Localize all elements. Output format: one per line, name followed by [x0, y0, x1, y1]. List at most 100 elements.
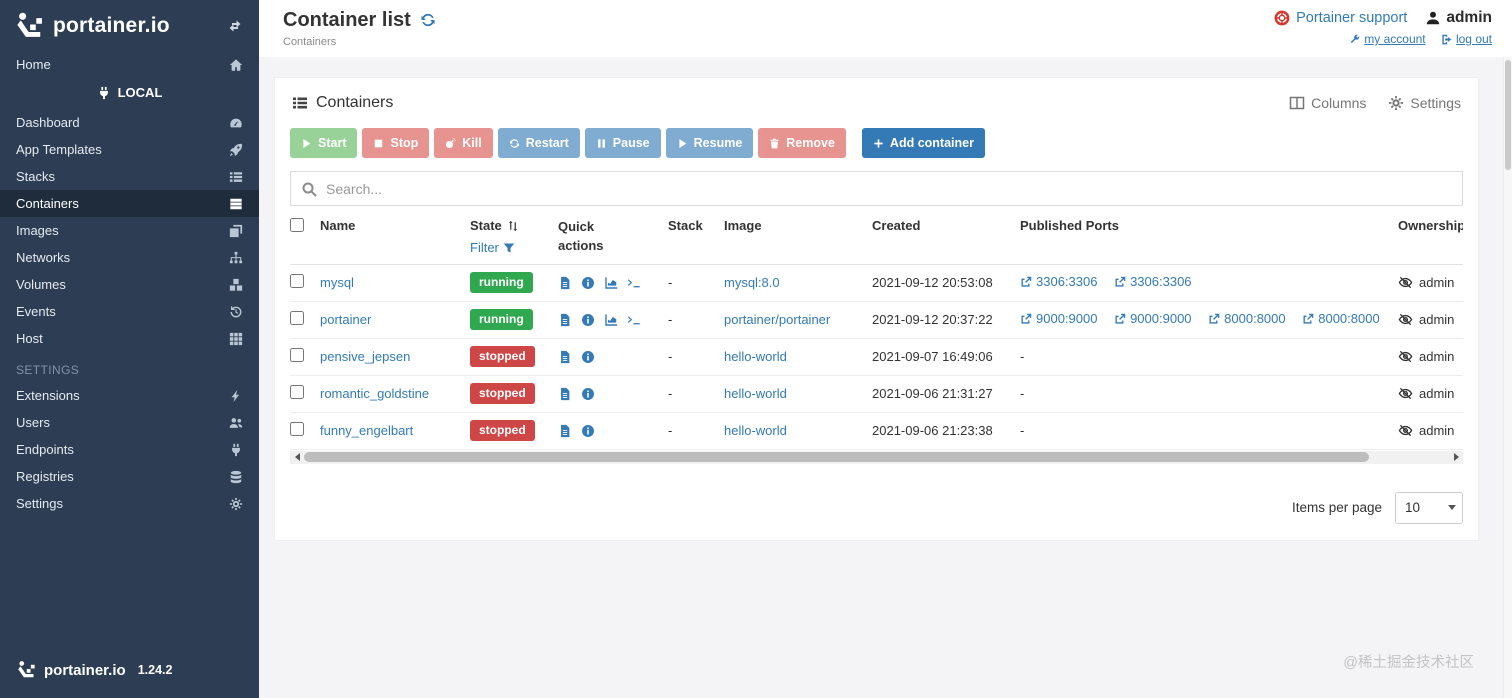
- plug-icon: [232, 443, 240, 456]
- container-name-link[interactable]: portainer: [320, 312, 371, 327]
- sidebar-brand: portainer.io: [0, 0, 259, 51]
- restart-button[interactable]: Restart: [497, 128, 580, 158]
- sidebar-item-home[interactable]: Home: [0, 51, 259, 78]
- sidebar-item-volumes[interactable]: Volumes: [0, 271, 259, 298]
- image-link[interactable]: hello-world: [724, 349, 787, 364]
- sidebar-item-registries[interactable]: Registries: [0, 463, 259, 490]
- sidebar-item-label: Endpoints: [16, 442, 74, 457]
- image-link[interactable]: hello-world: [724, 423, 787, 438]
- row-checkbox[interactable]: [290, 422, 304, 437]
- sidebar-collapse-button[interactable]: [227, 17, 243, 35]
- logs-icon[interactable]: [558, 387, 572, 401]
- state-badge: running: [470, 309, 533, 331]
- row-checkbox[interactable]: [290, 311, 304, 326]
- sidebar-item-containers[interactable]: Containers: [0, 190, 259, 217]
- console-icon[interactable]: [627, 313, 641, 327]
- refresh-button[interactable]: [420, 12, 436, 30]
- ownership-value: admin: [1419, 312, 1455, 328]
- published-port-link[interactable]: 3306:3306: [1114, 274, 1192, 289]
- user-icon: [1427, 11, 1440, 25]
- column-header-name[interactable]: Name: [320, 218, 470, 233]
- container-name-link[interactable]: romantic_goldstine: [320, 386, 429, 401]
- column-header-image[interactable]: Image: [724, 218, 872, 233]
- search-input[interactable]: [326, 180, 1452, 197]
- sidebar-item-stacks[interactable]: Stacks: [0, 163, 259, 190]
- add-container-button[interactable]: Add container: [861, 128, 985, 158]
- home-icon: [229, 58, 243, 71]
- state-filter-button[interactable]: Filter: [470, 240, 558, 255]
- published-port-link[interactable]: 9000:9000: [1020, 311, 1097, 326]
- row-checkbox[interactable]: [290, 348, 304, 363]
- table-row: portainer running - portainer/portainer …: [290, 302, 1463, 339]
- container-name-link[interactable]: funny_engelbart: [320, 423, 413, 438]
- row-checkbox[interactable]: [290, 274, 304, 289]
- horizontal-scroll-track[interactable]: [304, 451, 1449, 464]
- items-per-page-select[interactable]: 10: [1395, 491, 1463, 524]
- my-account-link[interactable]: my account: [1349, 32, 1426, 46]
- sidebar-item-label: Stacks: [16, 169, 56, 184]
- sidebar-item-settings[interactable]: Settings: [0, 490, 259, 517]
- horizontal-scrollbar[interactable]: [290, 450, 1463, 464]
- column-header-stack[interactable]: Stack: [668, 218, 724, 233]
- horizontal-scroll-thumb[interactable]: [304, 452, 1369, 463]
- stats-icon[interactable]: [604, 313, 618, 327]
- logs-icon[interactable]: [558, 424, 572, 438]
- state-sort-button[interactable]: State: [470, 218, 558, 233]
- current-user: admin: [1425, 9, 1492, 27]
- sidebar-item-dashboard[interactable]: Dashboard: [0, 109, 259, 136]
- console-icon[interactable]: [627, 276, 641, 290]
- table-settings-button[interactable]: Settings: [1388, 95, 1461, 111]
- start-button[interactable]: Start: [290, 128, 358, 158]
- kill-button[interactable]: Kill: [434, 128, 493, 158]
- row-checkbox[interactable]: [290, 385, 304, 400]
- sidebar-item-app-templates[interactable]: App Templates: [0, 136, 259, 163]
- sidebar-item-endpoints[interactable]: Endpoints: [0, 436, 259, 463]
- portainer-support-link[interactable]: Portainer support: [1274, 10, 1407, 26]
- endpoint-selector[interactable]: LOCAL: [0, 78, 259, 109]
- container-name-link[interactable]: pensive_jepsen: [320, 349, 410, 364]
- sidebar-item-images[interactable]: Images: [0, 217, 259, 244]
- footer-brand-name: portainer.io: [44, 661, 126, 679]
- brand-name: portainer.io: [53, 14, 170, 37]
- image-link[interactable]: mysql:8.0: [724, 275, 780, 290]
- stop-button[interactable]: Stop: [362, 128, 430, 158]
- inspect-icon[interactable]: [581, 350, 595, 364]
- resume-button[interactable]: Resume: [665, 128, 754, 158]
- image-link[interactable]: hello-world: [724, 386, 787, 401]
- inspect-icon[interactable]: [581, 313, 595, 327]
- state-badge: stopped: [470, 420, 535, 442]
- scroll-right-arrow-icon[interactable]: [1449, 451, 1463, 464]
- sidebar-item-host[interactable]: Host: [0, 325, 259, 352]
- inspect-icon[interactable]: [581, 387, 595, 401]
- column-header-created[interactable]: Created: [872, 218, 1020, 233]
- columns-button[interactable]: Columns: [1289, 95, 1366, 111]
- pause-label: Pause: [612, 136, 650, 150]
- stack-value: -: [668, 275, 673, 291]
- log-out-link[interactable]: log out: [1441, 32, 1492, 46]
- inspect-icon[interactable]: [581, 276, 595, 290]
- trash-icon: [770, 138, 779, 148]
- sidebar-item-extensions[interactable]: Extensions: [0, 382, 259, 409]
- sidebar-item-users[interactable]: Users: [0, 409, 259, 436]
- select-all-checkbox[interactable]: [290, 218, 304, 232]
- published-port-link[interactable]: 8000:8000: [1208, 311, 1286, 326]
- vertical-scrollbar[interactable]: [1503, 57, 1512, 698]
- remove-button[interactable]: Remove: [758, 128, 846, 158]
- logs-icon[interactable]: [558, 276, 572, 290]
- published-port-link[interactable]: 9000:9000: [1114, 311, 1192, 326]
- table-header-row: Name State Filter Quick actions Stack Im…: [290, 206, 1463, 265]
- container-name-link[interactable]: mysql: [320, 275, 354, 290]
- published-port-link[interactable]: 3306:3306: [1020, 274, 1097, 289]
- logs-icon[interactable]: [558, 350, 572, 364]
- scroll-left-arrow-icon[interactable]: [290, 451, 304, 464]
- image-link[interactable]: portainer/portainer: [724, 312, 830, 327]
- sidebar-item-label: Users: [16, 415, 50, 430]
- logs-icon[interactable]: [558, 313, 572, 327]
- stats-icon[interactable]: [604, 276, 618, 290]
- pause-button[interactable]: Pause: [584, 128, 661, 158]
- published-port-link[interactable]: 8000:8000: [1302, 311, 1380, 326]
- sidebar-item-networks[interactable]: Networks: [0, 244, 259, 271]
- sidebar-item-events[interactable]: Events: [0, 298, 259, 325]
- vertical-scroll-thumb[interactable]: [1505, 60, 1511, 170]
- inspect-icon[interactable]: [581, 424, 595, 438]
